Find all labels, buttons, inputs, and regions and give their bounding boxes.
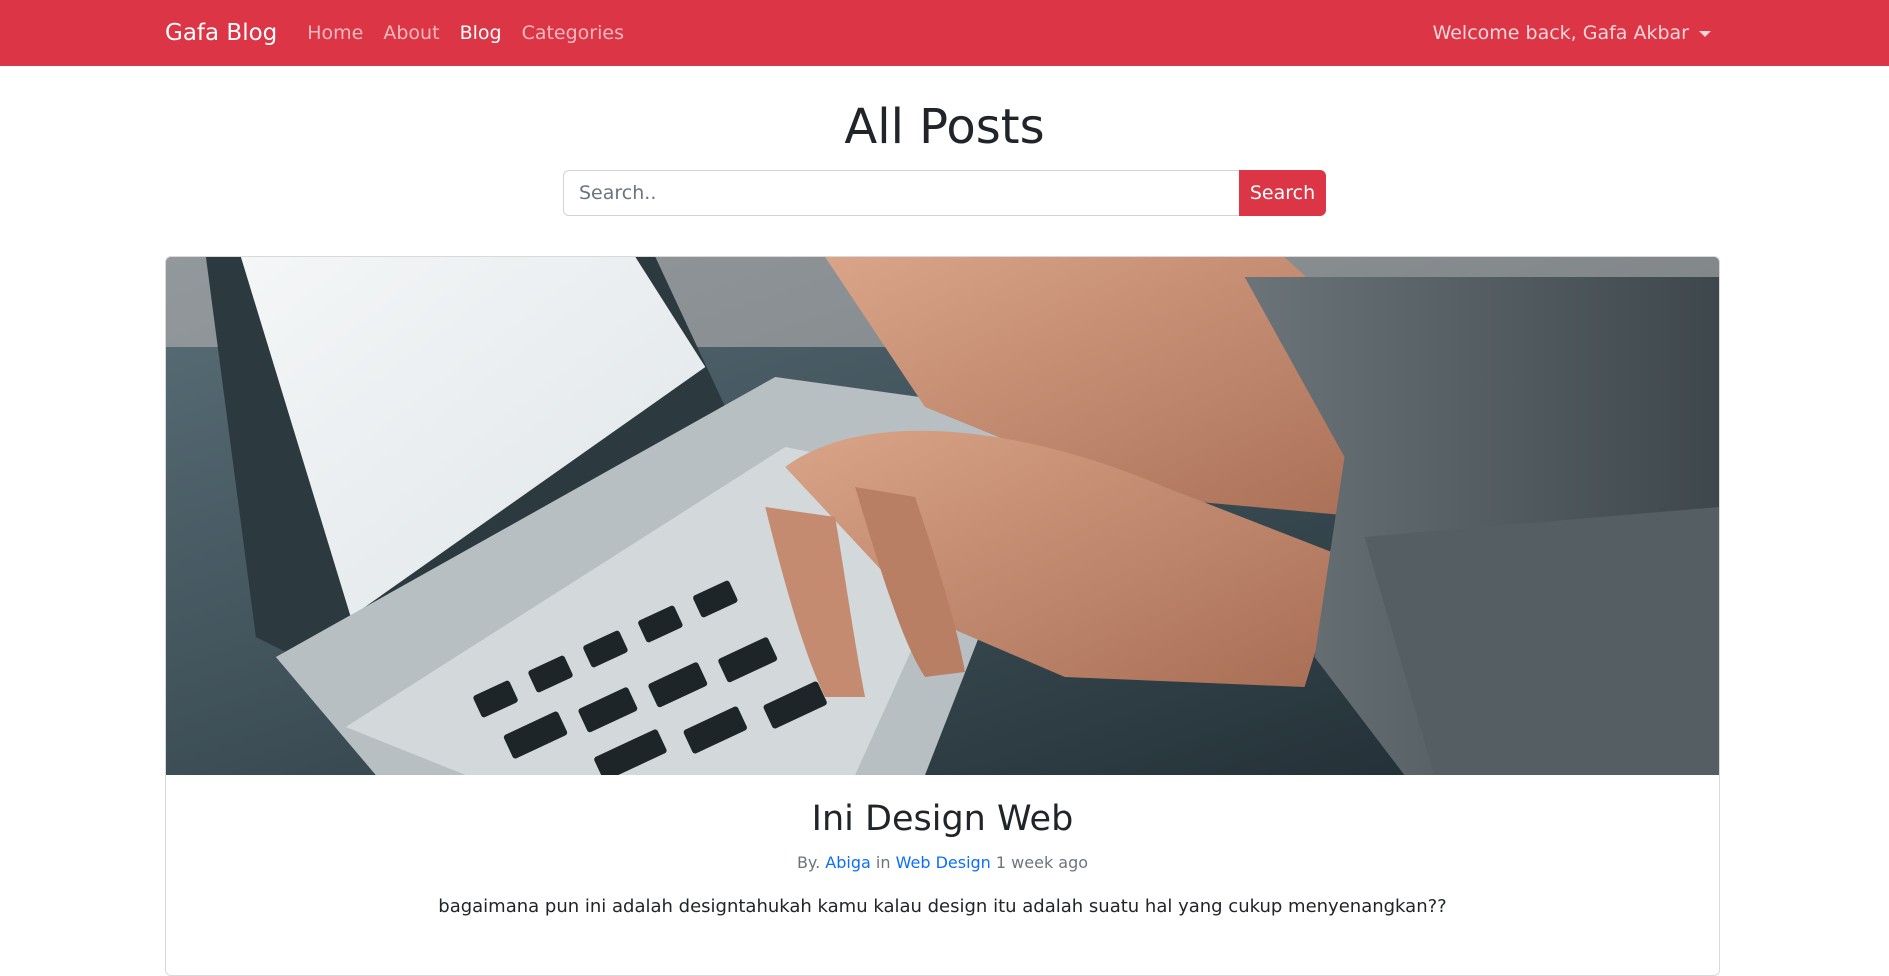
search-form: Search <box>0 170 1889 216</box>
top-navbar: Gafa Blog Home About Blog Categories Wel… <box>0 0 1889 66</box>
brand-link[interactable]: Gafa Blog <box>165 20 277 46</box>
post-meta-by: By. <box>796 853 821 872</box>
nav-links: Home About Blog Categories <box>307 22 624 44</box>
post-author-link[interactable]: Abiga <box>825 853 871 872</box>
page-title: All Posts <box>844 99 1045 155</box>
post-image <box>166 257 1719 775</box>
search-input[interactable] <box>563 170 1239 216</box>
post-time: 1 week ago <box>995 853 1089 872</box>
post-meta-in: in <box>875 853 891 872</box>
user-dropdown[interactable]: Welcome back, Gafa Akbar <box>1433 0 1711 66</box>
caret-down-icon <box>1699 31 1711 37</box>
nav-link-blog[interactable]: Blog <box>460 22 502 44</box>
post-excerpt: bagaimana pun ini adalah designtahukah k… <box>438 896 1447 917</box>
search-button[interactable]: Search <box>1239 170 1326 216</box>
post-title[interactable]: Ini Design Web <box>166 797 1719 841</box>
nav-link-home[interactable]: Home <box>307 22 363 44</box>
user-dropdown-label: Welcome back, Gafa Akbar <box>1432 22 1689 44</box>
post-card-body: Ini Design Web By. Abiga in Web Design 1… <box>166 797 1719 917</box>
post-card: Ini Design Web By. Abiga in Web Design 1… <box>165 256 1720 976</box>
nav-link-categories[interactable]: Categories <box>522 22 624 44</box>
nav-link-about[interactable]: About <box>383 22 439 44</box>
post-meta: By. Abiga in Web Design 1 week ago <box>166 853 1719 872</box>
post-category-link[interactable]: Web Design <box>896 853 991 872</box>
